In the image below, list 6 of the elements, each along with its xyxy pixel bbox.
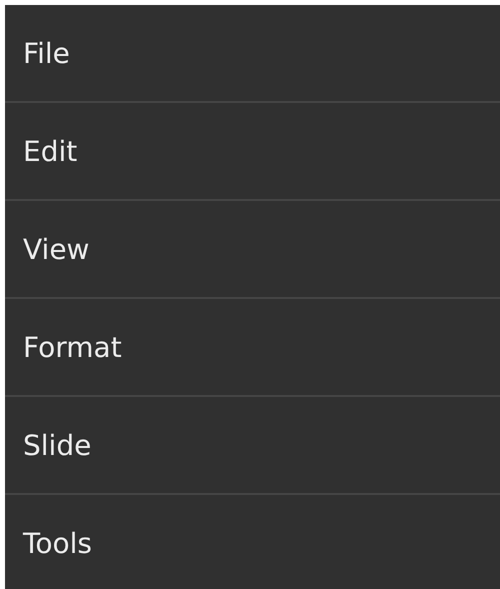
menu-item[interactable]: Format <box>5 299 500 397</box>
menu-item[interactable]: Tools <box>5 495 500 589</box>
menu-item[interactable]: View <box>5 201 500 299</box>
menu-item[interactable]: File <box>5 5 500 103</box>
menu-item[interactable]: Slide <box>5 397 500 495</box>
menu-item[interactable]: Edit <box>5 103 500 201</box>
